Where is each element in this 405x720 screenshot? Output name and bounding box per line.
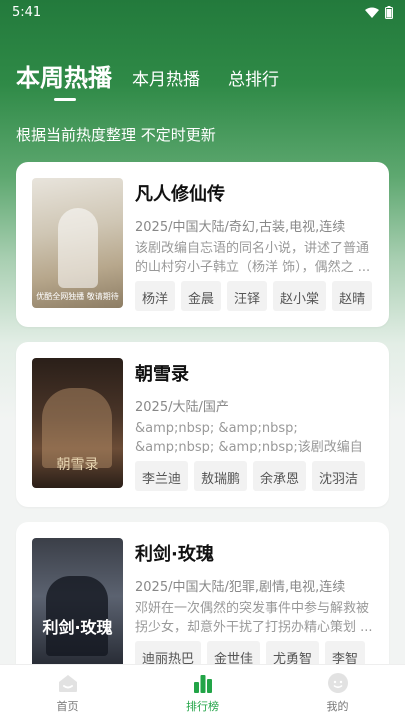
tab-weekly-label: 本周热播 [16, 64, 112, 92]
nav-profile-label: 我的 [326, 699, 349, 713]
poster-caption: 利剑·玫瑰 [42, 618, 113, 637]
item-info: 利剑·玫瑰 2025/中国大陆/犯罪,剧情,电视,连续 邓妍在一次偶然的突发事件… [135, 538, 373, 671]
item-info: 凡人修仙传 2025/中国大陆/奇幻,古装,电视,连续 该剧改编自忘语的同名小说… [135, 178, 373, 311]
poster-caption: 朝雪录 [56, 457, 99, 473]
cast-chip[interactable]: 汪铎 [227, 281, 268, 311]
ranking-icon [192, 672, 214, 694]
status-icons [365, 5, 393, 19]
cast-chip[interactable]: 杨洋 [135, 281, 176, 311]
cast-chip[interactable]: 李兰迪 [135, 461, 189, 491]
list-item[interactable]: 优酷全网独播 敬请期待 凡人修仙传 2025/中国大陆/奇幻,古装,电视,连续 … [16, 162, 389, 327]
poster-image: 优酷全网独播 敬请期待 [32, 178, 123, 308]
cast-chip[interactable]: 余承恩 [253, 461, 307, 491]
item-description: &amp;nbsp; &amp;nbsp; &amp;nbsp; &amp;nb… [135, 421, 363, 454]
item-description: 邓妍在一次偶然的突发事件中参与解救被拐少女，却意外干扰了打拐办精心策划 ... [135, 601, 373, 634]
ranking-tabs: 本周热播 本月热播 总排行 [16, 58, 307, 101]
tab-monthly[interactable]: 本月热播 [132, 65, 200, 93]
cast-chip[interactable]: 赵小棠 [273, 281, 327, 311]
item-meta: 2025/中国大陆/奇幻,古装,电视,连续 [135, 220, 346, 234]
cast-chip[interactable]: 敖瑞鹏 [194, 461, 248, 491]
wifi-icon [365, 7, 379, 18]
nav-home[interactable]: 首页 [0, 665, 135, 720]
nav-profile[interactable]: 我的 [270, 665, 405, 720]
item-description: 该剧改编自忘语的同名小说，讲述了普通的山村穷小子韩立（杨洋 饰），偶然之 ... [135, 241, 371, 274]
poster-image: 朝雪录 [32, 358, 123, 488]
item-title: 凡人修仙传 [135, 184, 225, 205]
tab-monthly-label: 本月热播 [132, 70, 200, 90]
item-meta: 2025/中国大陆/犯罪,剧情,电视,连续 [135, 580, 346, 594]
tab-overall[interactable]: 总排行 [228, 65, 279, 93]
cast-chip[interactable]: 赵晴 [332, 281, 373, 311]
list-item[interactable]: 利剑·玫瑰 利剑·玫瑰 2025/中国大陆/犯罪,剧情,电视,连续 邓妍在一次偶… [16, 522, 389, 687]
status-bar: 5:41 [0, 0, 405, 24]
cast-list: 杨洋 金晨 汪铎 赵小棠 赵晴 [135, 281, 373, 311]
cast-chip[interactable]: 金晨 [181, 281, 222, 311]
nav-ranking[interactable]: 排行榜 [135, 665, 270, 720]
cast-list: 李兰迪 敖瑞鹏 余承恩 沈羽洁 [135, 461, 373, 491]
battery-icon [385, 5, 393, 19]
bottom-navigation: 首页 排行榜 我的 [0, 664, 405, 720]
cast-chip[interactable]: 沈羽洁 [312, 461, 366, 491]
poster-caption: 优酷全网独播 敬请期待 [36, 292, 119, 301]
item-meta: 2025/大陆/国产 [135, 400, 229, 414]
tab-weekly[interactable]: 本周热播 [16, 58, 112, 101]
active-tab-indicator [54, 98, 76, 101]
home-icon [57, 672, 79, 694]
status-time: 5:41 [12, 4, 42, 20]
item-title: 朝雪录 [135, 364, 189, 385]
item-info: 朝雪录 2025/大陆/国产 &amp;nbsp; &amp;nbsp; &am… [135, 358, 373, 491]
nav-ranking-label: 排行榜 [186, 699, 219, 713]
item-title: 利剑·玫瑰 [135, 544, 214, 565]
tab-overall-label: 总排行 [228, 70, 279, 90]
nav-home-label: 首页 [56, 699, 79, 713]
list-item[interactable]: 朝雪录 朝雪录 2025/大陆/国产 &amp;nbsp; &amp;nbsp;… [16, 342, 389, 507]
poster-image: 利剑·玫瑰 [32, 538, 123, 668]
profile-icon [327, 672, 349, 694]
ranking-subtitle: 根据当前热度整理 不定时更新 [16, 126, 216, 144]
